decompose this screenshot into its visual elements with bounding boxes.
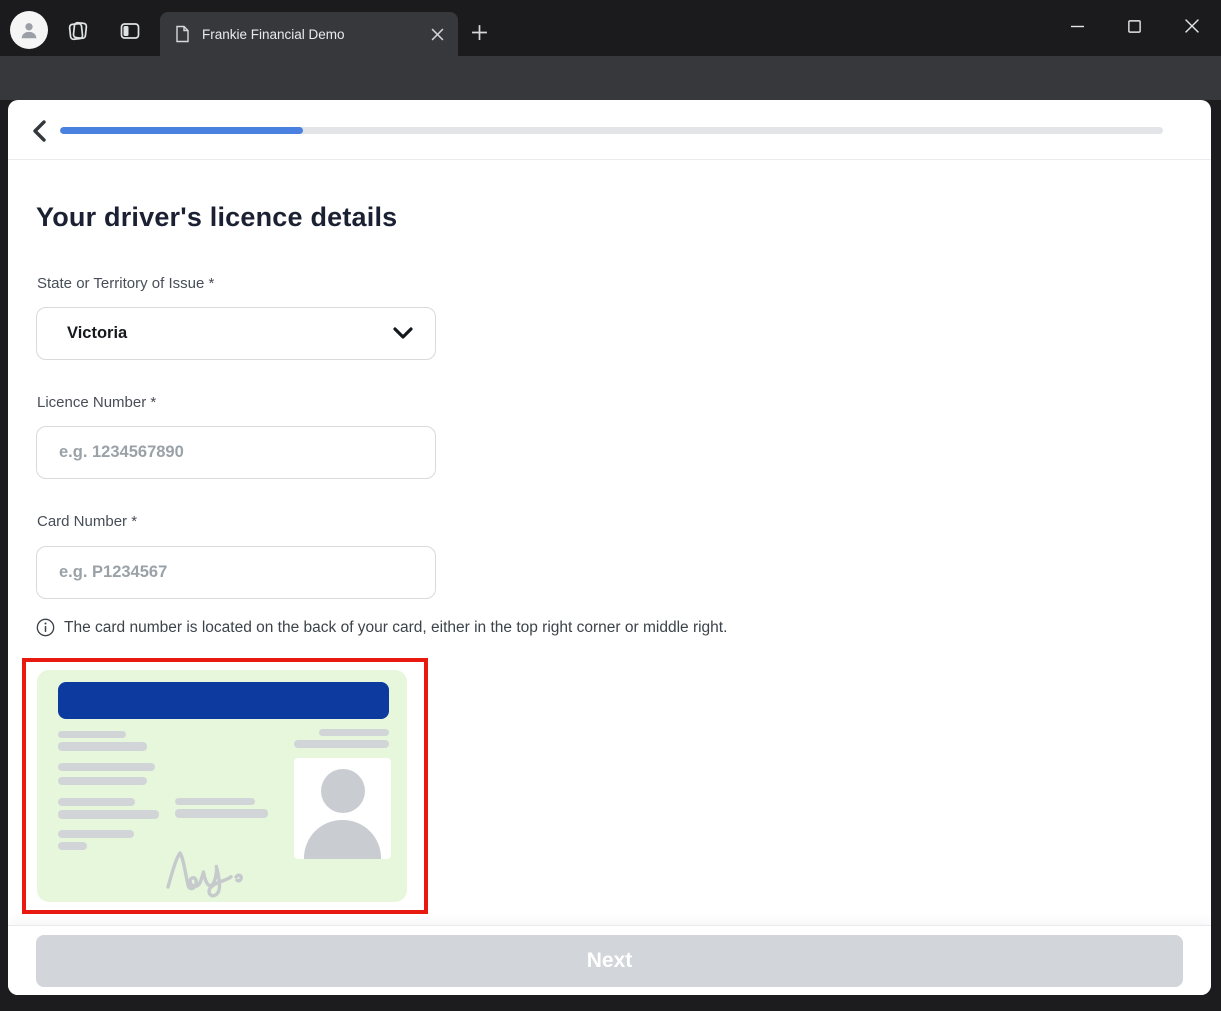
workspaces-icon bbox=[66, 19, 90, 43]
vertical-tabs-icon bbox=[118, 19, 142, 43]
window-minimize-button[interactable] bbox=[1054, 0, 1100, 52]
licence-card-text-line bbox=[58, 830, 134, 838]
chevron-down-icon bbox=[393, 327, 413, 340]
state-field-label: State or Territory of Issue * bbox=[37, 275, 214, 292]
licence-card-text-line bbox=[294, 740, 389, 748]
card-number-input[interactable] bbox=[36, 546, 436, 599]
licence-card-text-line bbox=[175, 798, 255, 805]
licence-card-photo bbox=[294, 758, 391, 859]
licence-card-text-line bbox=[58, 842, 87, 850]
browser-window: Frankie Financial Demo bbox=[0, 0, 1221, 1011]
workspaces-button[interactable] bbox=[64, 17, 92, 45]
photo-person-head bbox=[321, 769, 365, 813]
card-number-hint-text: The card number is located on the back o… bbox=[64, 617, 727, 638]
new-tab-button[interactable] bbox=[468, 21, 490, 43]
state-select[interactable]: Victoria bbox=[36, 307, 436, 360]
page-title: Your driver's licence details bbox=[36, 202, 397, 233]
plus-icon bbox=[471, 24, 488, 41]
close-icon bbox=[1185, 19, 1199, 33]
wizard-footer: Next bbox=[8, 925, 1211, 995]
state-select-value: Victoria bbox=[67, 324, 393, 343]
chevron-left-icon bbox=[30, 119, 48, 143]
browser-titlebar: Frankie Financial Demo bbox=[0, 0, 1221, 56]
licence-card-text-line bbox=[175, 809, 268, 818]
window-close-button[interactable] bbox=[1169, 0, 1215, 52]
next-button[interactable]: Next bbox=[36, 935, 1183, 987]
page-content: Your driver's licence details State or T… bbox=[8, 100, 1211, 995]
browser-tab[interactable]: Frankie Financial Demo bbox=[160, 12, 458, 56]
minimize-icon bbox=[1071, 20, 1084, 33]
signature-scribble-icon bbox=[165, 846, 260, 898]
licence-card-text-line bbox=[58, 742, 147, 751]
licence-card-text-line bbox=[58, 810, 159, 819]
licence-card-text-line bbox=[319, 729, 389, 736]
tab-close-icon[interactable] bbox=[431, 28, 444, 41]
photo-person-shoulders bbox=[304, 820, 381, 859]
tab-actions-button[interactable] bbox=[116, 17, 144, 45]
window-maximize-button[interactable] bbox=[1111, 0, 1157, 52]
profile-button[interactable] bbox=[10, 11, 48, 49]
wizard-back-button[interactable] bbox=[24, 117, 54, 145]
card-field-label: Card Number * bbox=[37, 513, 137, 530]
licence-number-input[interactable] bbox=[36, 426, 436, 479]
licence-field-label: Licence Number * bbox=[37, 394, 156, 411]
info-icon bbox=[36, 618, 55, 637]
wizard-header bbox=[8, 100, 1211, 160]
progress-bar bbox=[60, 127, 1163, 134]
progress-fill bbox=[60, 127, 303, 134]
card-number-hint: The card number is located on the back o… bbox=[36, 617, 836, 638]
tab-title: Frankie Financial Demo bbox=[202, 27, 431, 42]
licence-card-text-line bbox=[58, 731, 126, 738]
licence-card-text-line bbox=[58, 763, 155, 771]
licence-card-header-bar bbox=[58, 682, 389, 719]
licence-card-text-line bbox=[58, 777, 147, 785]
user-avatar-icon bbox=[18, 19, 40, 41]
browser-toolbar: https://widget.latest.frankiefina... A bbox=[0, 56, 1221, 100]
licence-card-illustration bbox=[37, 670, 407, 902]
licence-card-highlight-box bbox=[22, 658, 428, 914]
maximize-icon bbox=[1128, 20, 1141, 33]
page-favicon-icon bbox=[174, 25, 190, 43]
licence-card-text-line bbox=[58, 798, 135, 806]
